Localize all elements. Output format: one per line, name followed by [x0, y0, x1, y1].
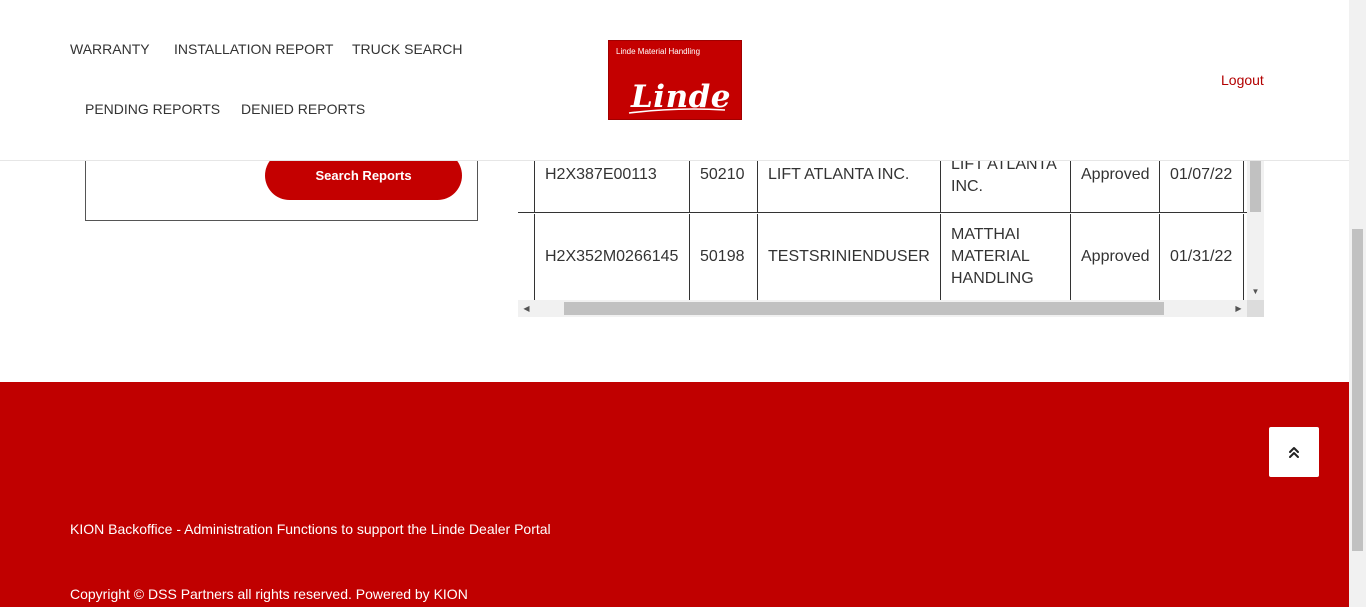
cell-date: 01/31/22 — [1159, 214, 1243, 300]
scroll-to-top-button[interactable] — [1269, 427, 1319, 477]
scroll-right-arrow-icon[interactable]: ▶ — [1230, 300, 1247, 317]
scrollbar-corner — [1247, 300, 1264, 317]
double-chevron-up-icon — [1289, 447, 1299, 458]
nav-denied-reports[interactable]: DENIED REPORTS — [241, 101, 365, 117]
footer-copyright: Copyright © DSS Partners all rights rese… — [70, 586, 468, 602]
cell-customer: MATTHAI MATERIAL HANDLING — [940, 214, 1070, 300]
site-footer: KION Backoffice - Administration Functio… — [0, 382, 1349, 607]
logo-swoosh-icon — [628, 108, 726, 114]
page-scroll-thumb[interactable] — [1352, 229, 1363, 551]
nav-truck-search[interactable]: TRUCK SEARCH — [352, 41, 462, 57]
nav-installation-report[interactable]: INSTALLATION REPORT — [174, 41, 333, 57]
page-vertical-scrollbar[interactable] — [1349, 0, 1366, 607]
nav-warranty[interactable]: WARRANTY — [70, 41, 150, 57]
table-row[interactable]: H2X352M0266145 50198 TESTSRINIENDUSER MA… — [518, 214, 1247, 300]
nav-pending-reports[interactable]: PENDING REPORTS — [85, 101, 220, 117]
horizontal-scroll-thumb[interactable] — [564, 302, 1164, 315]
scroll-left-arrow-icon[interactable]: ◀ — [518, 300, 535, 317]
cell-status: Approved — [1070, 214, 1159, 300]
cell-dealer: TESTSRINIENDUSER — [757, 214, 940, 300]
cell-serial: H2X352M0266145 — [534, 214, 689, 300]
linde-logo[interactable]: Linde Material Handling Linde — [608, 40, 742, 120]
logout-link[interactable]: Logout — [1221, 72, 1264, 88]
site-header: WARRANTY INSTALLATION REPORT TRUCK SEARC… — [0, 0, 1349, 161]
cell-number: 50198 — [689, 214, 757, 300]
footer-description: KION Backoffice - Administration Functio… — [70, 521, 551, 537]
table-horizontal-scrollbar[interactable]: ◀ ▶ — [518, 300, 1247, 317]
scroll-down-arrow-icon[interactable]: ▼ — [1247, 283, 1264, 300]
logo-subtitle: Linde Material Handling — [616, 47, 701, 56]
